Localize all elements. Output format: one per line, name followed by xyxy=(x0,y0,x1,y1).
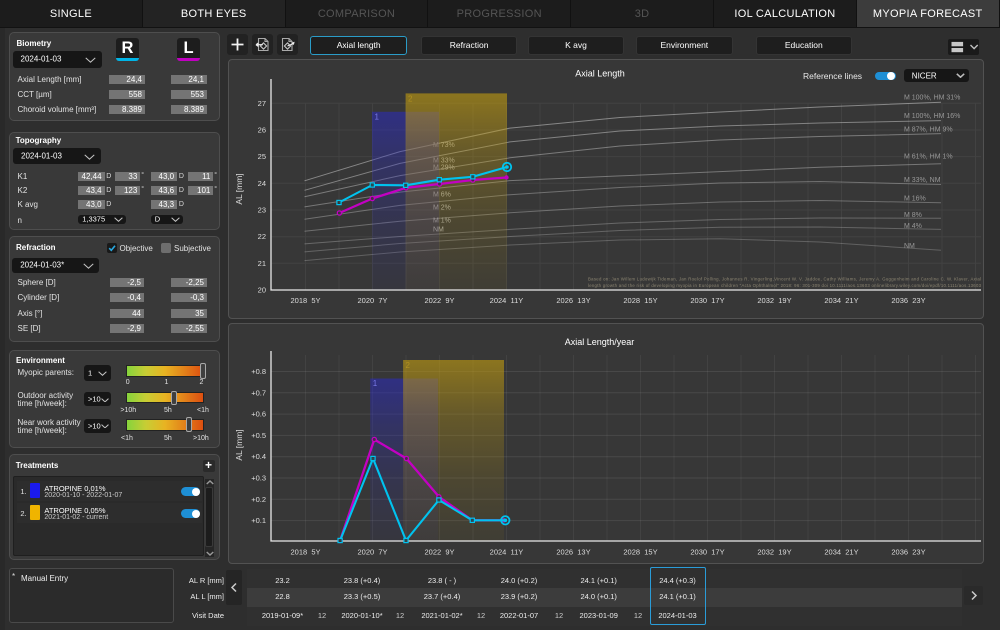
svg-text:NM: NM xyxy=(904,243,915,250)
svg-text:2018 5Y: 2018 5Y xyxy=(290,296,320,305)
svg-text:23: 23 xyxy=(258,206,266,215)
svg-text:AL [mm]: AL [mm] xyxy=(234,429,244,460)
svg-text:2020 7Y: 2020 7Y xyxy=(357,548,387,557)
svg-text:2032 19Y: 2032 19Y xyxy=(757,548,791,557)
svg-text:+0.2: +0.2 xyxy=(251,495,266,504)
svg-text:26: 26 xyxy=(258,126,266,135)
svg-text:2024 11Y: 2024 11Y xyxy=(490,548,524,557)
svg-text:+0.7: +0.7 xyxy=(251,388,266,397)
svg-text:+0.5: +0.5 xyxy=(251,431,266,440)
svg-text:2034 21Y: 2034 21Y xyxy=(824,548,858,557)
svg-text:2028 15Y: 2028 15Y xyxy=(623,296,657,305)
svg-text:Axial Length/year: Axial Length/year xyxy=(565,337,635,347)
svg-text:M 8%: M 8% xyxy=(904,212,922,219)
svg-text:M 16%: M 16% xyxy=(904,196,926,203)
svg-text:AL [mm]: AL [mm] xyxy=(234,173,244,204)
svg-text:M 87%, HM 9%: M 87%, HM 9% xyxy=(904,126,953,133)
svg-text:2032 19Y: 2032 19Y xyxy=(757,296,791,305)
svg-text:1: 1 xyxy=(373,379,378,388)
svg-text:2036 23Y: 2036 23Y xyxy=(891,548,925,557)
svg-text:+0.6: +0.6 xyxy=(251,410,266,419)
svg-text:2030 17Y: 2030 17Y xyxy=(690,548,724,557)
svg-text:21: 21 xyxy=(258,259,266,268)
svg-text:length growth and the risk of: length growth and the risk of developing… xyxy=(588,283,982,288)
svg-text:M 100%, HM 16%: M 100%, HM 16% xyxy=(904,113,960,120)
svg-text:Based on: Jan Willem Ludowijk: Based on: Jan Willem Ludowijk Tideman, J… xyxy=(588,277,981,282)
svg-text:2026 13Y: 2026 13Y xyxy=(556,548,590,557)
svg-text:1: 1 xyxy=(375,113,380,122)
svg-text:25: 25 xyxy=(258,152,266,161)
svg-text:20: 20 xyxy=(258,286,266,295)
svg-text:2034 21Y: 2034 21Y xyxy=(824,296,858,305)
svg-text:+0.4: +0.4 xyxy=(251,452,266,461)
svg-text:M 4%: M 4% xyxy=(904,223,922,230)
svg-text:2022 9Y: 2022 9Y xyxy=(424,296,454,305)
svg-text:M 100%, HM 31%: M 100%, HM 31% xyxy=(904,95,960,102)
svg-text:+0.8: +0.8 xyxy=(251,367,266,376)
svg-text:2: 2 xyxy=(406,361,411,370)
svg-text:27: 27 xyxy=(258,99,266,108)
svg-text:M 33%, NM: M 33%, NM xyxy=(904,177,941,184)
svg-text:2036 23Y: 2036 23Y xyxy=(891,296,925,305)
svg-text:2022 9Y: 2022 9Y xyxy=(424,548,454,557)
svg-text:+0.1: +0.1 xyxy=(251,516,266,525)
svg-text:2024 11Y: 2024 11Y xyxy=(490,296,524,305)
svg-text:22: 22 xyxy=(258,232,266,241)
svg-text:+0.3: +0.3 xyxy=(251,474,266,483)
svg-text:2: 2 xyxy=(408,95,413,104)
svg-text:2030 17Y: 2030 17Y xyxy=(690,296,724,305)
svg-text:2018 5Y: 2018 5Y xyxy=(290,548,320,557)
svg-text:24: 24 xyxy=(258,179,266,188)
svg-text:2026 13Y: 2026 13Y xyxy=(556,296,590,305)
svg-text:2020 7Y: 2020 7Y xyxy=(357,296,387,305)
svg-text:2028 15Y: 2028 15Y xyxy=(623,548,657,557)
svg-text:M 61%, HM 1%: M 61%, HM 1% xyxy=(904,153,953,160)
svg-text:Axial Length: Axial Length xyxy=(575,69,625,79)
